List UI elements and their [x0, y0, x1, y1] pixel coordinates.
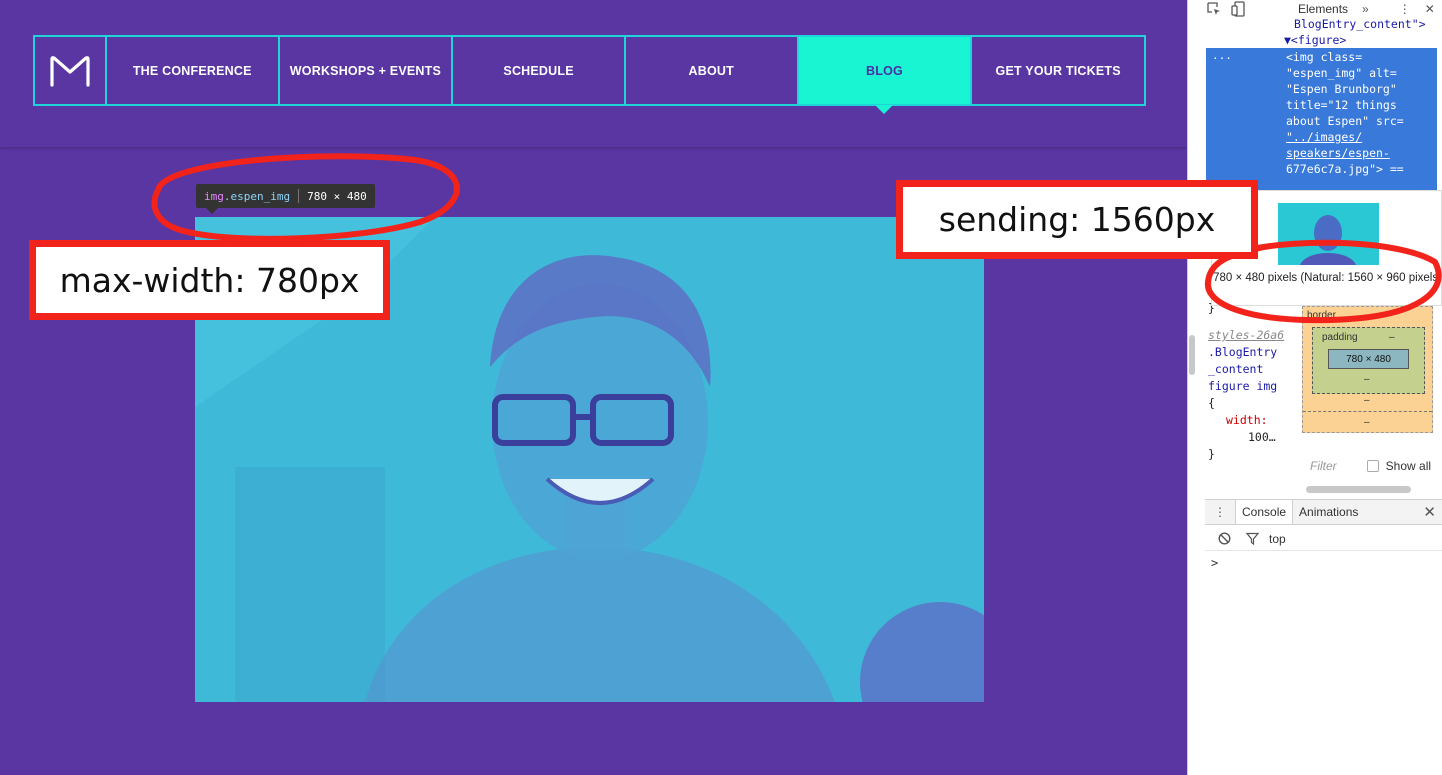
device-toolbar-icon[interactable] [1230, 1, 1246, 17]
dom-tree: BlogEntry_content"> ▼<figure> <img class… [1206, 16, 1442, 200]
tooltip-tag: img [204, 189, 224, 203]
page-scrollbar-thumb[interactable] [1189, 335, 1195, 375]
box-model-dash: – [1364, 395, 1370, 406]
nav-item-the-conference[interactable]: THE CONFERENCE [107, 37, 280, 104]
styles-selector: figure img [1208, 379, 1278, 393]
dom-line: 677e6c7a.jpg"> == [1286, 162, 1404, 176]
tooltip-size: 780 × 480 [307, 189, 367, 203]
dom-line: title="12 things [1286, 98, 1397, 112]
inspect-element-icon[interactable] [1206, 1, 1222, 17]
box-model-border-label: border [1307, 310, 1336, 321]
conference-logo-icon[interactable] [35, 37, 107, 104]
tab-elements[interactable]: Elements [1298, 2, 1348, 16]
close-devtools-icon[interactable]: ✕ [1425, 2, 1435, 16]
box-model-padding: padding – 780 × 480 – [1312, 327, 1425, 394]
inspector-tooltip: img .espen_img 780 × 480 [196, 184, 375, 214]
drawer-tabbar: ⋮ Console Animations ✕ [1205, 499, 1442, 525]
screen: THE CONFERENCE WORKSHOPS + EVENTS SCHEDU… [0, 0, 1442, 775]
box-model-content[interactable]: 780 × 480 [1328, 349, 1409, 369]
console-prompt[interactable]: > [1211, 556, 1218, 570]
dom-selected-node[interactable]: <img class= "espen_img" alt= "Espen Brun… [1206, 48, 1437, 200]
image-preview-dimensions: 780 × 480 pixels (Natural: 1560 × 960 pi… [1213, 272, 1442, 284]
styles-selector: .BlogEntry [1208, 345, 1278, 359]
main-nav: THE CONFERENCE WORKSHOPS + EVENTS SCHEDU… [33, 35, 1146, 114]
clear-console-icon[interactable] [1215, 530, 1233, 548]
website-viewport: THE CONFERENCE WORKSHOPS + EVENTS SCHEDU… [0, 0, 1187, 775]
show-all-checkbox[interactable] [1366, 460, 1379, 472]
styles-line: } [1208, 447, 1215, 461]
box-model-padding-label: padding [1322, 332, 1358, 343]
tab-animations[interactable]: Animations [1293, 500, 1364, 524]
computed-filter-bar: Filter Show all [1302, 454, 1433, 478]
styles-property[interactable]: width: [1208, 412, 1298, 429]
more-tabs-icon[interactable]: » [1362, 2, 1369, 16]
annotation-sending: sending: 1560px [896, 180, 1258, 259]
site-header: THE CONFERENCE WORKSHOPS + EVENTS SCHEDU… [0, 0, 1187, 147]
tooltip-class: .espen_img [223, 189, 291, 203]
nav-item-schedule[interactable]: SCHEDULE [453, 37, 626, 104]
dom-line-figure[interactable]: ▼<figure> [1206, 32, 1442, 48]
image-preview-thumbnail [1278, 203, 1379, 265]
dom-line: <img class= [1286, 50, 1363, 64]
nav-item-get-your-tickets[interactable]: GET YOUR TICKETS [972, 37, 1144, 104]
box-model-dash: – [1389, 332, 1395, 343]
dom-node-ellipsis[interactable]: ... [1212, 48, 1232, 64]
styles-selector: _content [1208, 362, 1264, 376]
filter-input[interactable]: Filter [1310, 459, 1337, 473]
box-model-diagram: border padding – 780 × 480 – – – [1302, 306, 1433, 433]
box-model-dash: – [1364, 374, 1370, 385]
drawer-menu-icon[interactable]: ⋮ [1205, 505, 1235, 519]
annotation-max-width: max-width: 780px [29, 240, 390, 320]
dom-line: about Espen" src= [1286, 114, 1404, 128]
console-toolbar: top [1205, 527, 1442, 551]
console-context-select[interactable]: top [1269, 532, 1286, 546]
dom-line: "espen_img" alt= [1286, 66, 1397, 80]
box-model-dash: – [1364, 417, 1370, 428]
styles-line: { [1208, 396, 1215, 410]
show-all-label[interactable]: Show all [1386, 459, 1431, 473]
styles-pane: } styles-26a6 .BlogEntry _content figure… [1208, 300, 1298, 500]
styles-value[interactable]: 100… [1208, 429, 1298, 446]
close-drawer-icon[interactable]: ✕ [1423, 503, 1436, 521]
nav-item-about[interactable]: ABOUT [626, 37, 799, 104]
styles-horizontal-scrollbar[interactable] [1306, 486, 1411, 493]
nav-item-blog[interactable]: BLOG [798, 37, 973, 114]
styles-source-link[interactable]: styles-26a6 [1208, 327, 1298, 344]
dom-line-link[interactable]: "../images/ [1286, 129, 1437, 145]
dom-line: "Espen Brunborg" [1286, 82, 1397, 96]
devtools-menu-icon[interactable]: ⋮ [1399, 2, 1411, 16]
nav-item-workshops-events[interactable]: WORKSHOPS + EVENTS [280, 37, 454, 104]
dom-line-link[interactable]: speakers/espen- [1286, 145, 1437, 161]
filter-icon[interactable] [1243, 530, 1261, 548]
dom-line[interactable]: BlogEntry_content"> [1206, 16, 1442, 32]
tab-console[interactable]: Console [1235, 500, 1294, 524]
